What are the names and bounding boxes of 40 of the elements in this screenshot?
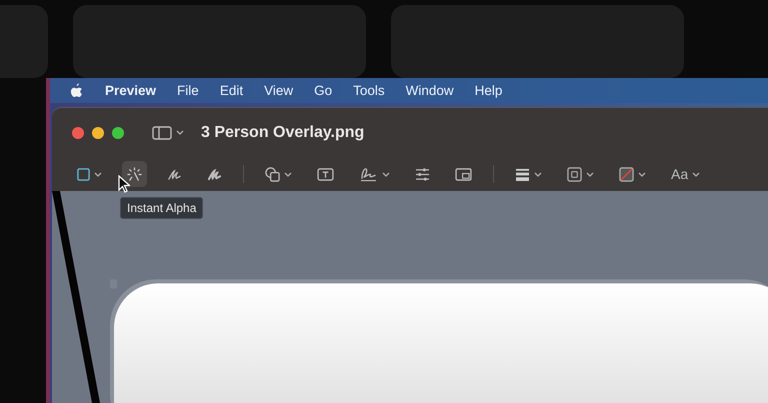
menu-item[interactable]: View: [264, 83, 294, 98]
line-style-icon: [515, 168, 530, 180]
shapes-icon: [265, 166, 280, 182]
chevron-icon: [382, 172, 390, 176]
draw-pen-icon: [207, 168, 222, 180]
menu-item[interactable]: Tools: [353, 83, 385, 98]
chevron-icon[interactable]: [176, 130, 184, 135]
zoom-button[interactable]: [112, 126, 124, 138]
window-thumbnail[interactable]: [73, 5, 366, 78]
sidebar-icon[interactable]: [152, 126, 172, 140]
chevron-icon: [94, 172, 102, 176]
chevron-icon: [638, 172, 646, 176]
menu-item[interactable]: Go: [314, 83, 332, 98]
chevron-icon: [534, 172, 542, 176]
minimize-button[interactable]: [92, 126, 104, 138]
border-color-icon: [567, 166, 582, 182]
chevron-icon: [284, 172, 292, 176]
sliders-icon: [415, 168, 430, 180]
tooltip: Instant Alpha: [120, 197, 204, 219]
chevron-icon: [692, 172, 700, 176]
apple-icon[interactable]: [70, 83, 83, 98]
menu-item[interactable]: Window: [406, 83, 454, 98]
menu-item[interactable]: Preview: [105, 83, 156, 98]
magic-wand-icon: [127, 166, 142, 182]
text-box-icon: [317, 168, 334, 180]
menu-item[interactable]: Edit: [220, 83, 244, 98]
sketch-pen-icon: [167, 168, 182, 180]
text-style-button[interactable]: Aa: [666, 161, 706, 187]
toolbar-button[interactable]: [122, 161, 147, 187]
signature-icon: [359, 166, 378, 182]
cursor-icon: [118, 175, 130, 193]
menu-item[interactable]: Help: [474, 83, 502, 98]
window-thumbnail[interactable]: [391, 5, 684, 78]
fill-color-icon: [619, 166, 634, 182]
close-button[interactable]: [72, 126, 84, 138]
window-title: 3 Person Overlay.png: [201, 124, 364, 142]
selection-icon: [77, 168, 90, 180]
menu-item[interactable]: File: [177, 83, 199, 98]
resize-icon: [455, 168, 472, 180]
chevron-icon: [586, 172, 594, 176]
